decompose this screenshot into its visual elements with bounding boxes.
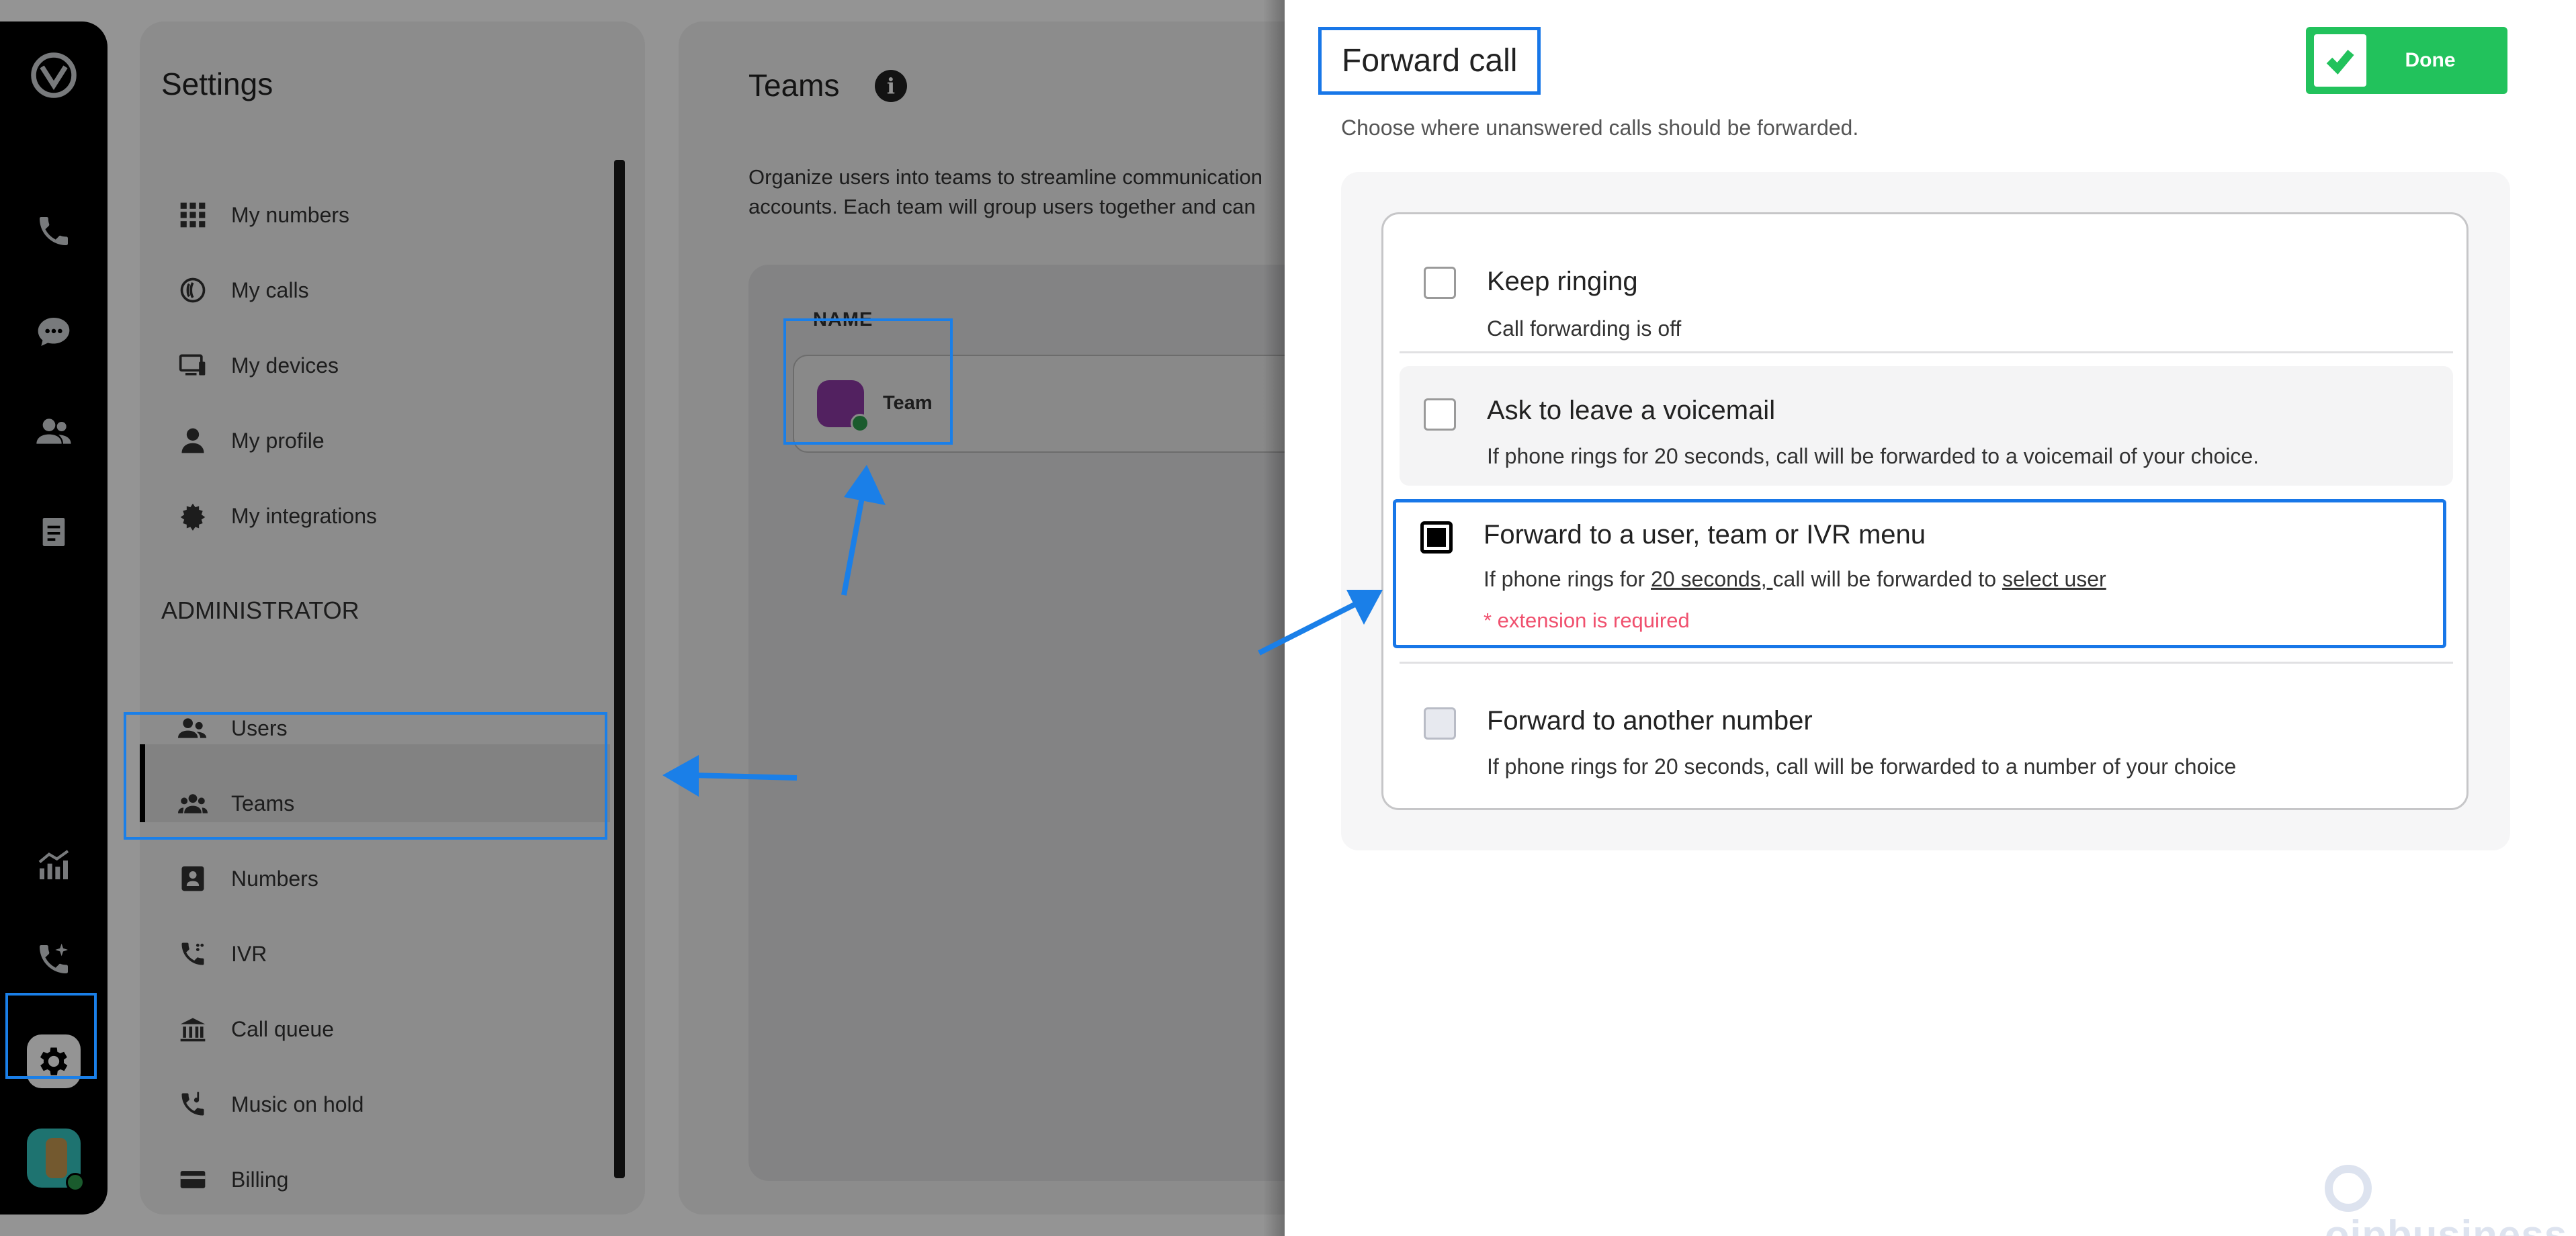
call-queue-icon — [176, 1012, 210, 1046]
menu-item-label: Billing — [231, 1167, 289, 1192]
team-name: Team — [883, 392, 933, 414]
forwarding-options-card: Keep ringing Call forwarding is off Ask … — [1381, 212, 2468, 810]
option-title: Forward to a user, team or IVR menu — [1484, 520, 1926, 549]
description-line: Organize users into teams to streamline … — [748, 165, 1262, 189]
chat-icon[interactable] — [27, 305, 81, 359]
menu-item-label: IVR — [231, 941, 267, 966]
left-rail — [0, 21, 108, 1215]
menu-item-my-devices[interactable]: My devices — [176, 333, 339, 398]
column-header-name: NAME — [813, 309, 873, 330]
option-forward-to-user[interactable]: Forward to a user, team or IVR menu If p… — [1393, 499, 2446, 648]
done-label: Done — [2405, 49, 2456, 71]
menu-item-ivr[interactable]: IVR — [176, 922, 267, 986]
checkbox-checked[interactable] — [1420, 521, 1453, 554]
menu-item-users[interactable]: Users — [176, 696, 288, 760]
option-title: Keep ringing — [1487, 267, 1638, 296]
numbers-icon — [176, 862, 210, 895]
menu-item-label: Music on hold — [231, 1092, 364, 1116]
menu-item-my-integrations[interactable]: My integrations — [176, 484, 377, 548]
option-another-number[interactable]: Forward to another number If phone rings… — [1400, 676, 2453, 797]
option-title: Forward to another number — [1487, 706, 1813, 736]
select-user-link[interactable]: select user — [2002, 567, 2106, 591]
watermark-text: oipbusiness — [2325, 1212, 2568, 1236]
menu-item-music-on-hold[interactable]: Music on hold — [176, 1072, 363, 1137]
menu-item-numbers[interactable]: Numbers — [176, 846, 318, 911]
option-description: If phone rings for 20 seconds, call will… — [1484, 567, 2106, 592]
checkbox[interactable] — [1424, 707, 1456, 740]
integrations-icon — [176, 499, 210, 533]
divider — [1400, 351, 2453, 353]
logo-icon[interactable] — [27, 48, 81, 102]
menu-item-my-profile[interactable]: My profile — [176, 408, 325, 473]
phone-icon[interactable] — [27, 204, 81, 258]
option-keep-ringing[interactable]: Keep ringing Call forwarding is off — [1400, 233, 2453, 361]
profile-icon — [176, 424, 210, 457]
checkbox[interactable] — [1424, 267, 1456, 299]
teams-table: NAME Team — [748, 265, 1326, 1181]
analytics-icon[interactable] — [27, 838, 81, 892]
option-description: If phone rings for 20 seconds, call will… — [1487, 754, 2237, 779]
teams-title: Teams — [748, 68, 840, 103]
check-icon — [2314, 34, 2366, 87]
watermark-logo: oipbusiness — [2325, 1162, 2576, 1236]
settings-icon[interactable] — [27, 1034, 81, 1088]
billing-icon — [176, 1163, 210, 1196]
users-icon — [176, 711, 210, 745]
devices-icon — [176, 349, 210, 382]
teams-panel: Teams i Organize users into teams to str… — [679, 21, 1350, 1215]
administrator-label: ADMINISTRATOR — [161, 597, 359, 624]
forward-call-title: Forward call — [1318, 27, 1541, 95]
menu-item-teams[interactable]: Teams — [176, 771, 294, 836]
contacts-icon[interactable] — [27, 404, 81, 458]
teams-icon — [176, 787, 210, 820]
option-description: Call forwarding is off — [1487, 316, 1682, 341]
description-line: accounts. Each team will group users tog… — [748, 195, 1256, 218]
forward-call-drawer: Forward call Done Choose where unanswere… — [1285, 0, 2576, 1236]
settings-scrollbar[interactable] — [614, 160, 625, 1178]
extension-required-error: * extension is required — [1484, 609, 1690, 632]
menu-item-label: Users — [231, 715, 288, 740]
watermark-ring-icon — [2325, 1165, 2372, 1212]
menu-item-my-calls[interactable]: My calls — [176, 258, 309, 322]
done-button[interactable]: Done — [2306, 27, 2507, 94]
online-status-icon — [851, 414, 869, 433]
table-row[interactable]: Team — [793, 355, 1326, 453]
teams-description: Organize users into teams to streamline … — [748, 163, 1340, 222]
settings-title: Settings — [161, 67, 273, 101]
call-ai-icon[interactable] — [27, 932, 81, 986]
divider — [1400, 662, 2453, 664]
settings-panel: Settings My numbers My calls My devices … — [140, 21, 645, 1215]
menu-item-my-numbers[interactable]: My numbers — [176, 183, 349, 247]
grid-icon — [176, 198, 210, 232]
avatar[interactable] — [27, 1129, 85, 1192]
menu-item-label: Numbers — [231, 866, 318, 891]
desc-text: call will be forwarded to — [1772, 567, 2002, 591]
seconds-link[interactable]: 20 seconds, — [1651, 567, 1772, 591]
menu-item-label: My numbers — [231, 202, 350, 227]
menu-item-label: Call queue — [231, 1016, 334, 1041]
option-title: Ask to leave a voicemail — [1487, 396, 1776, 425]
menu-item-label: My calls — [231, 277, 309, 302]
ivr-icon — [176, 937, 210, 971]
desc-text: If phone rings for — [1484, 567, 1651, 591]
forward-call-subtitle: Choose where unanswered calls should be … — [1341, 116, 1859, 140]
option-description: If phone rings for 20 seconds, call will… — [1487, 444, 2260, 468]
menu-item-call-queue[interactable]: Call queue — [176, 997, 334, 1061]
menu-item-label: Teams — [231, 791, 295, 815]
checkbox[interactable] — [1424, 398, 1456, 431]
menu-item-label: My devices — [231, 353, 339, 378]
menu-item-label: My profile — [231, 428, 325, 453]
menu-item-billing[interactable]: Billing — [176, 1147, 288, 1212]
menu-item-label: My integrations — [231, 503, 377, 528]
music-icon — [176, 1088, 210, 1121]
info-icon[interactable]: i — [875, 70, 907, 102]
notes-icon[interactable] — [27, 505, 81, 559]
option-voicemail[interactable]: Ask to leave a voicemail If phone rings … — [1400, 366, 2453, 486]
team-avatar — [817, 380, 869, 433]
calls-icon — [176, 273, 210, 307]
